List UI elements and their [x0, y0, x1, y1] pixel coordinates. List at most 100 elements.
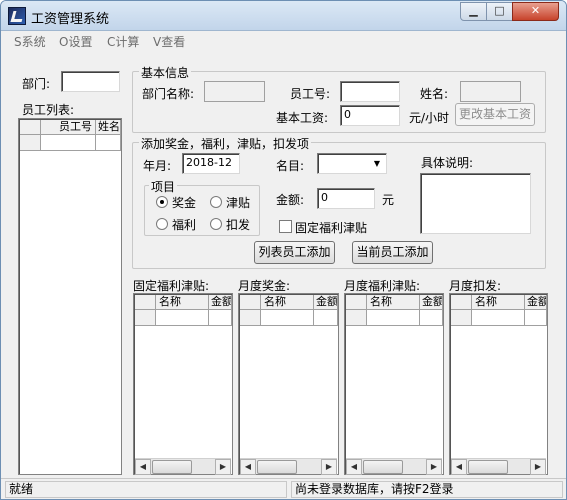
minimize-button[interactable]: ▁ — [460, 2, 487, 21]
row-header-corner — [20, 120, 41, 135]
employee-list[interactable]: 员工号 姓名 — [18, 118, 122, 475]
horizontal-scrollbar[interactable]: ◀ ▶ — [346, 458, 442, 475]
scroll-right-icon[interactable]: ▶ — [530, 459, 546, 475]
radio-deduction-label[interactable]: 扣发 — [226, 216, 250, 233]
scroll-thumb[interactable] — [468, 460, 508, 474]
monthly-bonus-table[interactable]: 名称 金额 ◀ ▶ — [238, 293, 339, 475]
add-item-title: 添加奖金，福利，津贴，扣发项 — [139, 135, 312, 152]
radio-bonus-label[interactable]: 奖金 — [172, 194, 196, 211]
column-header-amount[interactable]: 金额 — [209, 295, 232, 310]
radio-deduction[interactable] — [210, 218, 222, 230]
item-name-label: 名目: — [276, 159, 305, 173]
menu-view[interactable]: V查看 — [153, 33, 185, 50]
menu-settings[interactable]: O设置 — [59, 33, 92, 50]
row-header-corner — [346, 295, 367, 310]
emp-no-input[interactable] — [340, 81, 400, 102]
title-bar[interactable]: 工资管理系统 ▁ □ ✕ — [1, 1, 566, 31]
dept-label: 部门: — [22, 77, 51, 91]
radio-welfare[interactable] — [156, 218, 168, 230]
column-header-name[interactable]: 名称 — [261, 295, 314, 310]
table-cell[interactable] — [367, 310, 420, 326]
menu-system[interactable]: S系统 — [14, 33, 46, 50]
window-title: 工资管理系统 — [31, 12, 110, 27]
fixed-welfare-table-label: 固定福利津贴: — [133, 279, 210, 293]
column-header-emp-no[interactable]: 员工号 — [41, 120, 96, 135]
table-cell[interactable] — [525, 310, 547, 326]
status-bar: 就绪 尚未登录数据库，请按F2登录 — [1, 478, 566, 499]
dept-input[interactable] — [61, 71, 120, 92]
row-header-corner — [135, 295, 156, 310]
table-cell[interactable] — [96, 135, 121, 151]
table-cell[interactable] — [261, 310, 314, 326]
column-header-amount[interactable]: 金额 — [420, 295, 443, 310]
radio-allowance[interactable] — [210, 196, 222, 208]
dept-name-label: 部门名称: — [142, 87, 195, 101]
scroll-thumb[interactable] — [363, 460, 403, 474]
column-header-name[interactable]: 名称 — [472, 295, 525, 310]
column-header-amount[interactable]: 金额 — [525, 295, 547, 310]
scroll-thumb[interactable] — [257, 460, 297, 474]
table-cell[interactable] — [472, 310, 525, 326]
app-window: 工资管理系统 ▁ □ ✕ S系统 O设置 C计算 V查看 部门: 员工列表: 员… — [0, 0, 567, 500]
detail-textarea[interactable] — [420, 173, 531, 234]
row-header-corner — [451, 295, 472, 310]
chevron-down-icon[interactable]: ▼ — [369, 155, 385, 172]
name-field — [460, 81, 521, 102]
table-cell[interactable] — [156, 310, 209, 326]
item-name-combo[interactable]: ▼ — [317, 153, 387, 174]
fixed-welfare-checkbox[interactable] — [279, 220, 292, 233]
fixed-welfare-table[interactable]: 名称 金额 ◀ ▶ — [133, 293, 233, 475]
amount-input[interactable]: 0 — [317, 188, 375, 209]
scroll-right-icon[interactable]: ▶ — [321, 459, 337, 475]
emp-no-label: 员工号: — [290, 87, 331, 101]
radio-bonus[interactable] — [156, 196, 168, 208]
row-header[interactable] — [240, 310, 261, 326]
change-base-wage-button[interactable]: 更改基本工资 — [455, 103, 535, 126]
category-title: 项目 — [149, 178, 178, 195]
basic-info-title: 基本信息 — [139, 64, 192, 81]
row-header[interactable] — [135, 310, 156, 326]
monthly-deduction-table[interactable]: 名称 金额 ◀ ▶ — [449, 293, 548, 475]
year-month-input[interactable]: 2018-12 — [182, 153, 240, 174]
status-db-login: 尚未登录数据库，请按F2登录 — [291, 481, 563, 498]
row-header[interactable] — [346, 310, 367, 326]
scroll-left-icon[interactable]: ◀ — [135, 459, 151, 475]
scroll-left-icon[interactable]: ◀ — [451, 459, 467, 475]
maximize-button[interactable]: □ — [486, 2, 513, 21]
scroll-left-icon[interactable]: ◀ — [240, 459, 256, 475]
year-month-label: 年月: — [143, 159, 172, 173]
radio-welfare-label[interactable]: 福利 — [172, 216, 196, 233]
close-button[interactable]: ✕ — [512, 2, 559, 21]
add-current-employee-button[interactable]: 当前员工添加 — [352, 241, 433, 264]
column-header-amount[interactable]: 金额 — [314, 295, 338, 310]
scroll-left-icon[interactable]: ◀ — [346, 459, 362, 475]
base-wage-input[interactable]: 0 — [340, 105, 400, 126]
column-header-name[interactable]: 姓名 — [96, 120, 121, 135]
add-listed-employees-button[interactable]: 列表员工添加 — [254, 241, 335, 264]
name-label: 姓名: — [420, 87, 449, 101]
menu-bar: S系统 O设置 C计算 V查看 — [1, 31, 566, 51]
table-cell[interactable] — [41, 135, 96, 151]
scroll-right-icon[interactable]: ▶ — [426, 459, 442, 475]
fixed-welfare-label[interactable]: 固定福利津贴 — [295, 219, 367, 236]
table-cell[interactable] — [420, 310, 443, 326]
amount-label: 金额: — [276, 193, 305, 207]
radio-allowance-label[interactable]: 津贴 — [226, 194, 250, 211]
table-cell[interactable] — [209, 310, 232, 326]
horizontal-scrollbar[interactable]: ◀ ▶ — [451, 458, 546, 475]
table-cell[interactable] — [314, 310, 338, 326]
horizontal-scrollbar[interactable]: ◀ ▶ — [240, 458, 337, 475]
row-header[interactable] — [451, 310, 472, 326]
scroll-thumb[interactable] — [152, 460, 192, 474]
row-header-corner — [240, 295, 261, 310]
column-header-name[interactable]: 名称 — [156, 295, 209, 310]
app-logo-icon — [8, 7, 26, 25]
monthly-welfare-table[interactable]: 名称 金额 ◀ ▶ — [344, 293, 444, 475]
row-header[interactable] — [20, 135, 41, 151]
horizontal-scrollbar[interactable]: ◀ ▶ — [135, 458, 231, 475]
wage-unit-label: 元/小时 — [409, 111, 450, 125]
menu-calculate[interactable]: C计算 — [107, 33, 139, 50]
column-header-name[interactable]: 名称 — [367, 295, 420, 310]
scroll-right-icon[interactable]: ▶ — [215, 459, 231, 475]
amount-unit-label: 元 — [382, 193, 395, 207]
